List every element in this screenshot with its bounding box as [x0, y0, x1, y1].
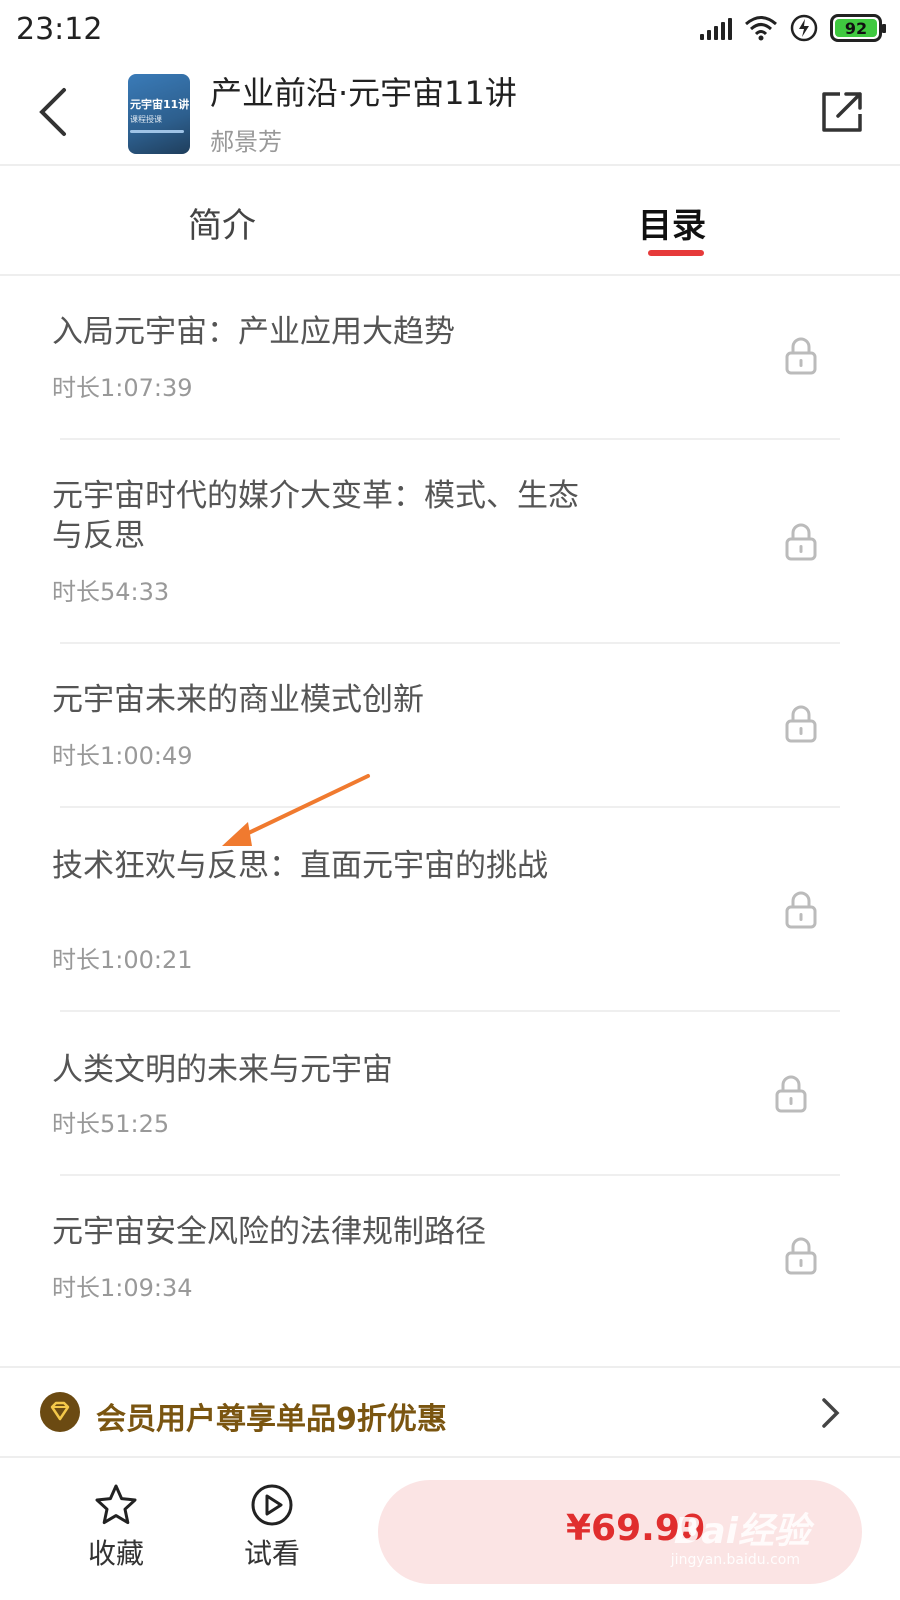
play-circle-icon: [251, 1484, 293, 1526]
member-discount-text: 会员用户尊享单品9折优惠: [96, 1402, 447, 1437]
lesson-duration: 时长51:25: [52, 1110, 170, 1138]
lesson-list: 入局元宇宙：产业应用大趋势 时长1:07:39 元宇宙时代的媒介大变革：模式、生…: [0, 278, 900, 1338]
lesson-item[interactable]: 技术狂欢与反思：直面元宇宙的挑战 时长1:00:21: [0, 806, 900, 1012]
favorite-label: 收藏: [87, 1537, 144, 1570]
baidu-jingyan-watermark: Bai经验: [673, 1511, 810, 1552]
watermark-url: jingyan.baidu.com: [670, 1552, 800, 1568]
lesson-item[interactable]: 人类文明的未来与元宇宙 时长51:25: [0, 1010, 900, 1176]
bottom-action-bar: 收藏 试看 ¥69.90 Bai经验 jingyan.baidu.com: [0, 1458, 900, 1600]
lesson-title: 入局元宇宙：产业应用大趋势: [52, 314, 455, 350]
lesson-duration: 时长1:07:39: [52, 374, 193, 402]
member-discount-bar[interactable]: 会员用户尊享单品9折优惠: [0, 1366, 900, 1458]
status-icons: 92: [700, 14, 886, 42]
tab-catalog[interactable]: 目录: [638, 198, 706, 247]
lesson-item[interactable]: 元宇宙时代的媒介大变革：模式、生态与反思 时长54:33: [0, 438, 900, 644]
vip-diamond-icon: [40, 1392, 80, 1432]
chevron-right-icon: [822, 1398, 840, 1428]
lock-icon: [775, 1075, 807, 1113]
cover-decoration: [130, 130, 184, 133]
back-icon[interactable]: [34, 84, 74, 140]
battery-icon: 92: [830, 14, 886, 42]
lesson-duration: 时长1:00:21: [52, 946, 193, 974]
favorite-button[interactable]: 收藏: [66, 1482, 166, 1572]
lesson-item[interactable]: 入局元宇宙：产业应用大趋势 时长1:07:39: [0, 278, 900, 440]
trial-label: 试看: [243, 1537, 300, 1570]
trial-button[interactable]: 试看: [222, 1482, 322, 1572]
lock-icon: [785, 1237, 817, 1275]
buy-button[interactable]: ¥69.90 Bai经验 jingyan.baidu.com: [378, 1480, 862, 1584]
lesson-title: 人类文明的未来与元宇宙: [52, 1052, 393, 1088]
lock-icon: [785, 891, 817, 929]
cover-subtitle: 课程授课: [130, 115, 162, 124]
lesson-duration: 时长1:09:34: [52, 1274, 193, 1302]
status-bar: 23:12 92: [0, 0, 900, 62]
active-tab-indicator: [648, 250, 704, 256]
course-cover-image: 元宇宙11讲 课程授课: [128, 74, 190, 154]
tab-bar: 简介 目录: [0, 166, 900, 276]
lock-icon: [785, 523, 817, 561]
course-title: 产业前沿·元宇宙11讲: [210, 74, 517, 112]
lesson-title: 元宇宙时代的媒介大变革：模式、生态与反思: [52, 478, 579, 554]
battery-level: 92: [835, 19, 877, 38]
tab-intro[interactable]: 简介: [188, 198, 256, 247]
lesson-item[interactable]: 元宇宙安全风险的法律规制路径 时长1:09:34: [0, 1174, 900, 1338]
cover-title: 元宇宙11讲: [130, 98, 190, 111]
lesson-title: 元宇宙安全风险的法律规制路径: [52, 1214, 486, 1250]
share-icon[interactable]: [818, 88, 866, 136]
signal-icon: [700, 16, 732, 40]
course-header: 元宇宙11讲 课程授课 产业前沿·元宇宙11讲 郝景芳: [0, 62, 900, 166]
status-time: 23:12: [16, 12, 103, 47]
lock-icon: [785, 705, 817, 743]
lesson-duration: 时长54:33: [52, 578, 170, 606]
course-author: 郝景芳: [210, 128, 282, 156]
lesson-item[interactable]: 元宇宙未来的商业模式创新 时长1:00:49: [0, 642, 900, 808]
lock-icon: [785, 337, 817, 375]
lesson-title: 技术狂欢与反思：直面元宇宙的挑战: [52, 848, 548, 884]
wifi-icon: [745, 16, 777, 41]
lesson-title: 元宇宙未来的商业模式创新: [52, 682, 424, 718]
charging-icon: [790, 14, 818, 42]
lesson-duration: 时长1:00:49: [52, 742, 193, 770]
star-icon: [95, 1484, 137, 1525]
